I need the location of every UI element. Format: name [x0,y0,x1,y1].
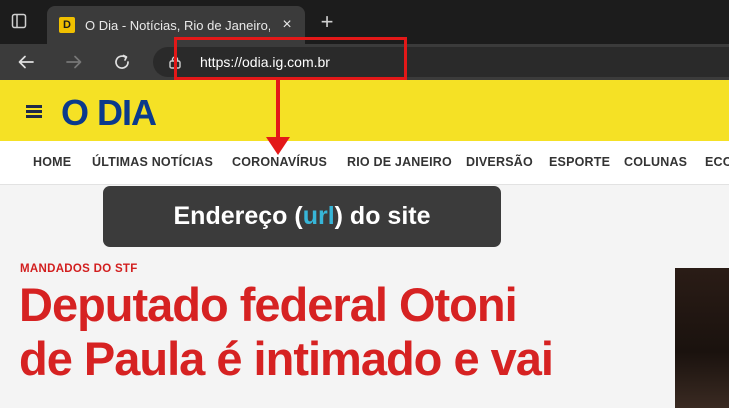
annotation-highlight: url [302,202,335,230]
nav-item-economia[interactable]: ECO [705,155,729,169]
arrow-right-icon[interactable] [61,49,87,75]
menu-icon[interactable] [26,105,42,118]
article-headline[interactable]: Deputado federal Otoni de Paula é intima… [19,278,639,386]
annotation-suffix: ) do site [334,202,431,230]
nav-item-colunas[interactable]: COLUNAS [624,155,687,169]
nav-item-diversao[interactable]: DIVERSÃO [466,155,533,169]
site-logo[interactable]: O DIA [61,92,157,134]
article-photo[interactable] [675,268,729,408]
nav-item-esporte[interactable]: ESPORTE [549,155,610,169]
headline-line-1: Deputado federal Otoni [19,278,518,331]
annotation-arrow-line [276,80,280,138]
reload-icon[interactable] [109,49,135,75]
article-kicker[interactable]: MANDADOS DO STF [20,263,138,275]
url-highlight-box [174,37,407,80]
nav-item-ultimas-noticias[interactable]: ÚLTIMAS NOTÍCIAS [92,155,213,169]
tab-actions-icon[interactable] [10,12,28,30]
tab-title: O Dia - Notícias, Rio de Janeiro, [85,17,270,33]
nav-item-rio-de-janeiro[interactable]: RIO DE JANEIRO [347,155,452,169]
site-header: O DIA [0,80,729,141]
new-tab-icon[interactable]: + [316,11,338,33]
annotation-prefix: Endereço ( [173,202,303,230]
headline-line-2: de Paula é intimado e vai [19,332,554,385]
nav-item-home[interactable]: HOME [33,155,71,169]
site-favicon: D [59,17,75,33]
url-annotation-label: Endereço (url) do site [103,186,501,247]
site-nav: HOME ÚLTIMAS NOTÍCIAS CORONAVÍRUS RIO DE… [0,141,729,185]
close-tab-icon[interactable]: × [279,16,295,34]
nav-item-coronavirus[interactable]: CORONAVÍRUS [232,155,327,169]
arrow-left-icon[interactable] [13,49,39,75]
annotation-arrow-head [266,137,290,155]
